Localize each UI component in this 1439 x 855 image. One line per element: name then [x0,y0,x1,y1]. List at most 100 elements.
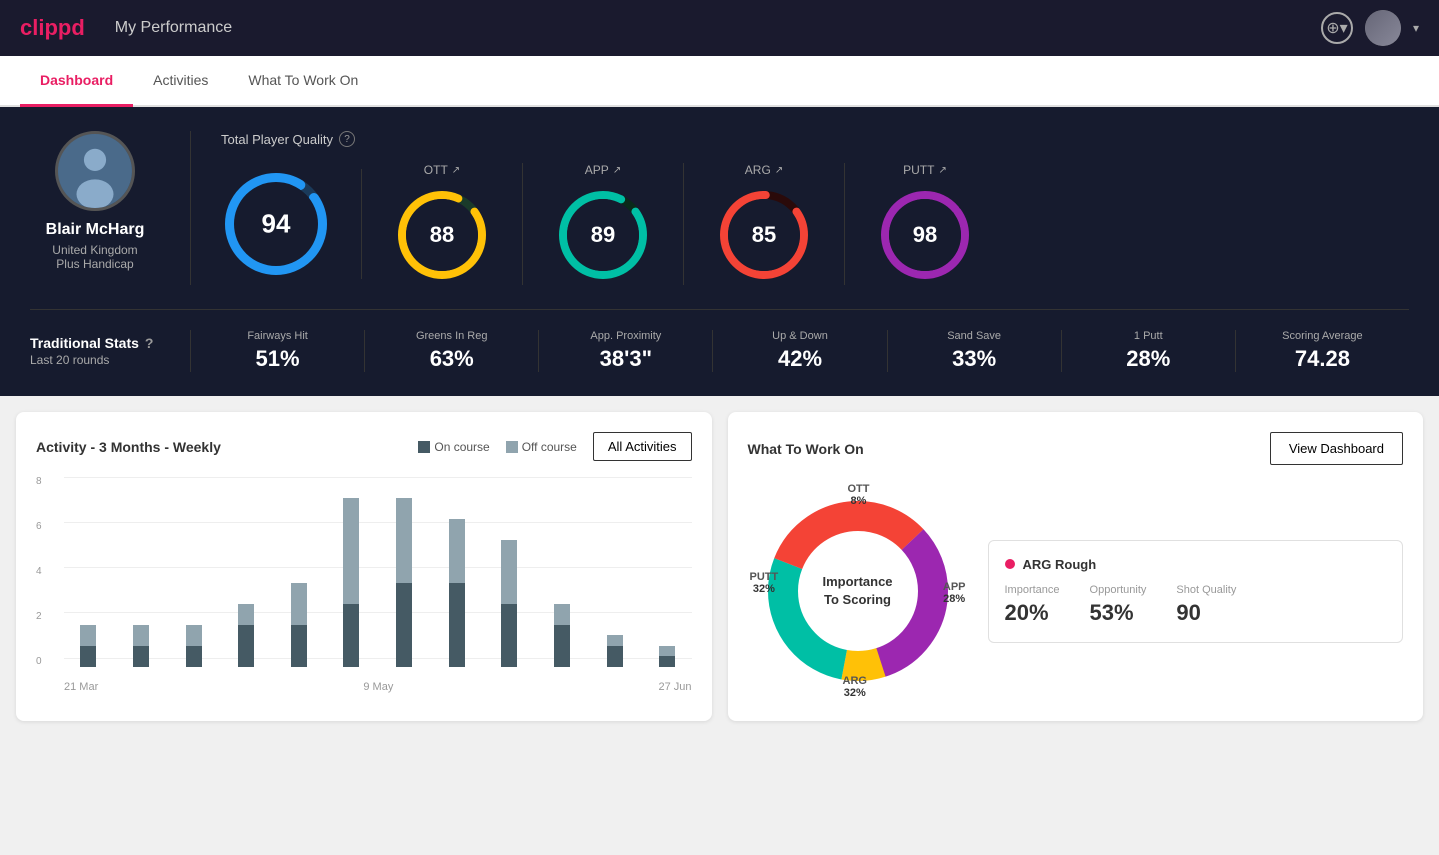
scoring-avg-value: 74.28 [1295,346,1350,372]
logo-text: clippd [20,15,85,41]
greens-in-reg-value: 63% [430,346,474,372]
sand-save-stat: Sand Save 33% [887,330,1061,372]
quality-circles: 94 OTT ↗ 88 [221,163,1409,285]
tab-dashboard[interactable]: Dashboard [20,56,133,107]
tab-activities[interactable]: Activities [133,56,228,107]
x-axis-labels: 21 Mar 9 May 27 Jun [36,681,692,693]
detail-metrics: Importance 20% Opportunity 53% Shot Qual… [1005,584,1387,626]
all-activities-button[interactable]: All Activities [593,432,692,461]
sand-save-value: 33% [952,346,996,372]
bar-on-course [238,625,254,667]
y-label-4: 4 [36,567,42,577]
bar-off-course [80,625,96,646]
bar-on-course [80,646,96,667]
fairways-hit-value: 51% [256,346,300,372]
greens-in-reg-label: Greens In Reg [416,330,488,342]
app-proximity-label: App. Proximity [590,330,661,342]
bar-off-course [607,635,623,646]
bar-on-course [607,646,623,667]
bar-on-course [659,656,675,667]
app-seg-label: APP 28% [943,581,966,605]
app-label: APP ↗ [585,163,621,177]
app-proximity-stat: App. Proximity 38'3" [538,330,712,372]
bottom-panels: Activity - 3 Months - Weekly On course O… [0,396,1439,737]
arg-circle: ARG ↗ 85 [684,163,845,285]
x-label-2: 9 May [363,681,393,693]
up-and-down-label: Up & Down [772,330,828,342]
wtwo-detail: ARG Rough Importance 20% Opportunity 53%… [988,481,1404,701]
putt-label: PUTT ↗ [903,163,947,177]
opportunity-value: 53% [1090,600,1147,626]
bar-group [432,477,481,667]
detail-card-title: ARG Rough [1005,557,1387,572]
user-avatar-button[interactable] [1365,10,1401,46]
main-quality-circle: 94 [221,169,362,279]
donut-center-line1: Importance [822,573,892,591]
y-label-0: 0 [36,657,42,667]
ott-value: 88 [430,222,454,248]
app-proximity-value: 38'3" [600,346,652,372]
view-dashboard-button[interactable]: View Dashboard [1270,432,1403,465]
x-label-3: 27 Jun [658,681,691,693]
fairways-hit-stat: Fairways Hit 51% [190,330,364,372]
arg-seg-label: ARG 32% [843,675,867,699]
app-value: 89 [591,222,615,248]
arg-value: 85 [752,222,776,248]
quality-help-icon[interactable]: ? [339,131,355,147]
player-avatar [55,131,135,211]
ott-circle: OTT ↗ 88 [362,163,523,285]
traditional-stats: Traditional Stats ? Last 20 rounds Fairw… [30,309,1409,372]
header-title: My Performance [115,19,1321,37]
putt-value: 98 [913,222,937,248]
wtwo-content: Importance To Scoring OTT 8% APP 28% ARG [748,481,1404,701]
importance-value: 20% [1005,600,1060,626]
bar-on-course [343,604,359,667]
bar-on-course [554,625,570,667]
ott-label: OTT ↗ [424,163,460,177]
legend-on-label: On course [434,440,489,454]
wtwo-panel-title: What To Work On [748,441,864,457]
shot-quality-metric: Shot Quality 90 [1176,584,1236,626]
arg-label: ARG ↗ [745,163,783,177]
trad-stats-label: Traditional Stats ? Last 20 rounds [30,335,190,367]
bar-off-course [238,604,254,625]
bar-on-course [501,604,517,667]
sand-save-label: Sand Save [947,330,1001,342]
fairways-hit-label: Fairways Hit [247,330,308,342]
importance-metric: Importance 20% [1005,584,1060,626]
add-dropdown-arrow: ▾ [1340,18,1348,38]
nav-tabs: Dashboard Activities What To Work On [0,56,1439,107]
y-label-2: 2 [36,612,42,622]
bar-on-course [133,646,149,667]
bar-group [64,477,113,667]
app-circle: APP ↗ 89 [523,163,684,285]
player-info: Blair McHarg United Kingdom Plus Handica… [30,131,190,285]
avatar-image [1365,10,1401,46]
bar-off-course [554,604,570,625]
ott-seg-label: OTT 8% [848,483,870,507]
bar-group [327,477,376,667]
chart-legend: On course Off course [418,440,577,454]
what-to-work-on-panel: What To Work On View Dashboard [728,412,1424,721]
bar-off-course [186,625,202,646]
activity-chart-title: Activity - 3 Months - Weekly [36,439,221,455]
detail-dot [1005,559,1015,569]
player-name: Blair McHarg [46,221,145,239]
bar-group [485,477,534,667]
trad-stats-help-icon[interactable]: ? [145,335,154,351]
tab-what-to-work-on[interactable]: What To Work On [228,56,378,107]
x-label-1: 21 Mar [64,681,98,693]
stats-banner: Blair McHarg United Kingdom Plus Handica… [0,107,1439,396]
bar-on-course [449,583,465,667]
chart-area: 0 2 4 6 8 21 Mar 9 May 27 Jun [36,477,692,697]
add-button[interactable]: ⊕ ▾ [1321,12,1353,44]
activity-chart-panel: Activity - 3 Months - Weekly On course O… [16,412,712,721]
arg-trend-icon: ↗ [775,165,783,176]
detail-card: ARG Rough Importance 20% Opportunity 53%… [988,540,1404,643]
app-trend-icon: ↗ [613,165,621,176]
bar-off-course [133,625,149,646]
trad-stats-title: Traditional Stats [30,335,139,351]
opportunity-label: Opportunity [1090,584,1147,596]
wtwo-donut-area: Importance To Scoring OTT 8% APP 28% ARG [748,481,968,701]
bar-group [538,477,587,667]
